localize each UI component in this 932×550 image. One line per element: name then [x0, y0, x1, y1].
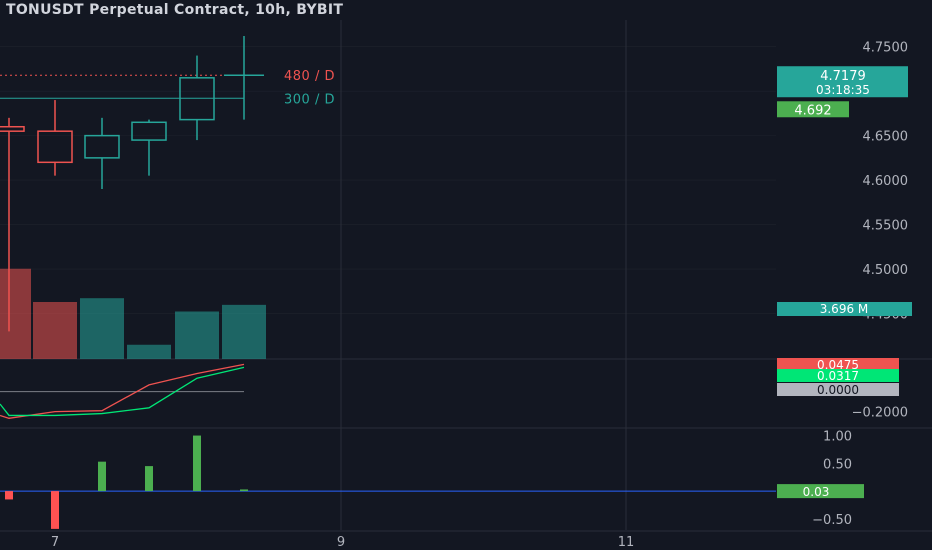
trading-chart[interactable]: 4.75004.70004.65004.60004.55004.50004.45… — [0, 0, 932, 550]
time-tick-label: 7 — [51, 535, 59, 550]
volume-bar — [0, 268, 31, 359]
last-price-value: 4.7179 — [820, 69, 866, 84]
order-line-label: 300 / D — [284, 92, 335, 107]
volume-value: 3.696 M — [820, 302, 869, 316]
histogram-bar — [193, 435, 201, 492]
buy-order-price-value: 4.692 — [794, 103, 831, 118]
volume-bar — [80, 298, 124, 359]
price-tick-label: 4.7500 — [863, 41, 909, 56]
histogram-tick-label: 0.50 — [823, 457, 852, 472]
histogram-bar — [145, 466, 153, 492]
histogram-bar — [5, 491, 13, 500]
time-tick-label: 9 — [337, 535, 345, 550]
histogram-tick-label: 1.00 — [823, 430, 852, 445]
candle-body — [131, 121, 167, 141]
time-tick-label: 11 — [618, 535, 635, 550]
macd-tick-label: −0.2000 — [852, 406, 908, 421]
price-tick-label: 4.5500 — [863, 219, 909, 234]
candle-body — [0, 125, 25, 132]
macd-value: 0.0000 — [817, 383, 859, 397]
histogram-value: 0.03 — [803, 485, 830, 499]
candle-body — [84, 134, 120, 159]
histogram-bar — [51, 491, 59, 529]
order-line-label: 480 / D — [284, 69, 335, 84]
macd-value: 0.0317 — [817, 369, 859, 383]
volume-bar — [175, 311, 219, 359]
histogram-bar — [98, 461, 106, 492]
price-tick-label: 4.5000 — [863, 263, 909, 278]
countdown-timer: 03:18:35 — [816, 83, 870, 97]
volume-bar — [222, 304, 266, 359]
price-tick-label: 4.6000 — [863, 174, 909, 189]
histogram-bar — [240, 489, 248, 492]
price-tick-label: 4.6500 — [863, 130, 909, 145]
volume-bar — [127, 344, 171, 359]
histogram-tick-label: −0.50 — [812, 513, 852, 528]
volume-bar — [33, 302, 77, 359]
